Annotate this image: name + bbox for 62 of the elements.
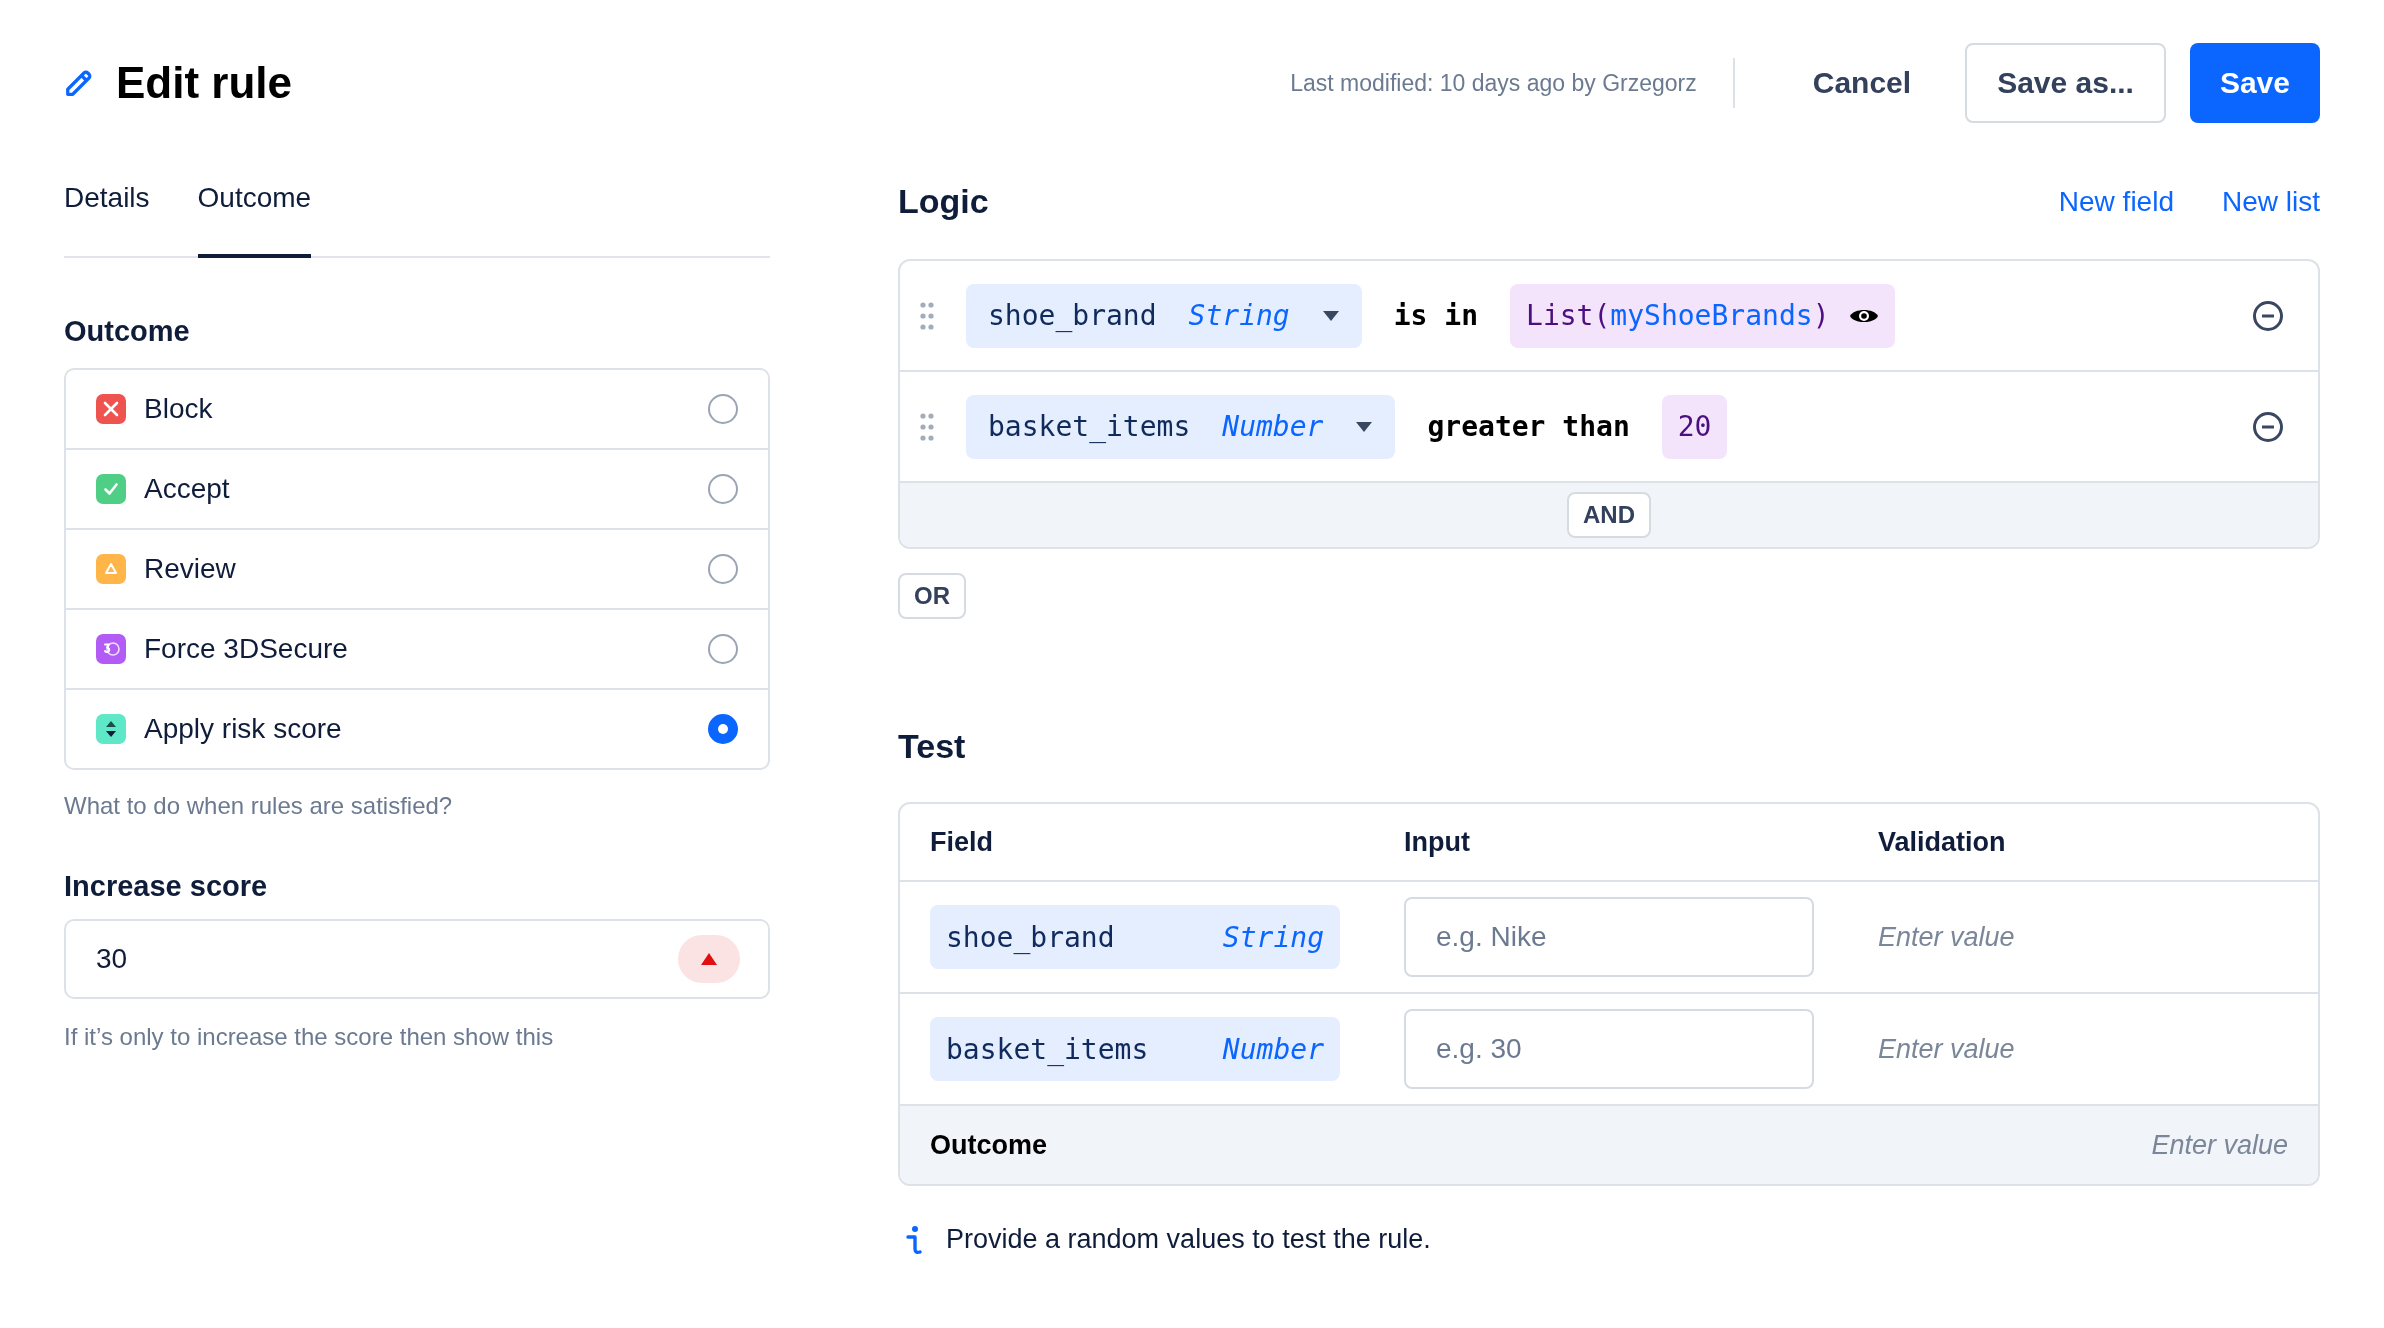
link[interactable]: New field xyxy=(2058,185,2174,218)
3d-icon xyxy=(96,634,126,664)
option-label: Accept xyxy=(144,473,231,505)
section-heading: Test xyxy=(898,727,967,766)
caret-icon xyxy=(1355,420,1374,433)
radio-button[interactable] xyxy=(708,394,738,424)
link[interactable]: New list xyxy=(2222,185,2320,218)
caret-icon xyxy=(1321,309,1340,322)
cancel-button[interactable]: Cancel xyxy=(1782,43,1942,123)
option-label: Review xyxy=(144,553,237,585)
page-title: Edit rule xyxy=(116,58,293,108)
list-value: List(myShoeBrands) xyxy=(1526,299,1830,332)
warning-icon xyxy=(96,554,126,584)
column-header: Input xyxy=(1404,826,1471,858)
option-label: Block xyxy=(144,393,214,425)
triangle-up-icon xyxy=(700,952,718,966)
option-label: Apply risk score xyxy=(144,713,343,745)
field-name: basket_items xyxy=(946,1032,1149,1066)
tab[interactable]: Details xyxy=(64,182,150,258)
input-field[interactable]: e.g. 30 xyxy=(1404,1009,1814,1089)
operator-text: is in xyxy=(1393,299,1479,332)
save-button[interactable]: Save xyxy=(2189,43,2320,123)
remove-icon[interactable] xyxy=(2252,410,2284,443)
column-header: Validation xyxy=(1878,826,2007,858)
validation-text: Enter value xyxy=(1878,1033,2016,1065)
field-type: Number xyxy=(1222,1032,1324,1066)
field-name: shoe_brand xyxy=(946,920,1115,954)
outcome-value: Enter value xyxy=(2151,1129,2288,1161)
remove-icon[interactable] xyxy=(2252,299,2284,332)
score-input[interactable]: 30 xyxy=(64,919,770,999)
or-button[interactable]: OR xyxy=(898,573,966,619)
field-label: Increase score xyxy=(64,870,269,903)
hint-text: What to do when rules are satisfied? xyxy=(64,792,454,820)
radio-button[interactable] xyxy=(708,714,738,744)
field-dropdown[interactable]: basket_items Number xyxy=(966,394,1396,459)
validation-text: Enter value xyxy=(1878,921,2016,953)
value-chip: 20 xyxy=(1661,394,1728,459)
radio-button[interactable] xyxy=(708,554,738,584)
and-button[interactable]: AND xyxy=(1567,492,1651,538)
up-down-icon xyxy=(96,714,126,744)
section-heading: Outcome xyxy=(64,315,191,348)
section-heading: Logic xyxy=(898,182,990,221)
radio-button[interactable] xyxy=(708,474,738,504)
radio-button[interactable] xyxy=(708,634,738,664)
cross-icon xyxy=(96,394,126,424)
pencil-icon xyxy=(64,68,94,98)
outcome-label: Outcome xyxy=(930,1129,1048,1161)
hint-text: If it’s only to increase the score then show this xyxy=(64,1023,555,1051)
drag-handle-icon[interactable] xyxy=(920,300,934,331)
input-field[interactable]: e.g. Nike xyxy=(1404,897,1814,977)
operator-text: greater than xyxy=(1427,410,1630,443)
option-label: Force 3DSecure xyxy=(144,633,349,665)
check-icon xyxy=(96,474,126,504)
column-header: Field xyxy=(930,826,994,858)
tab[interactable]: Outcome xyxy=(197,182,312,258)
field-dropdown[interactable]: shoe_brand String xyxy=(966,283,1362,348)
save-as-button[interactable]: Save as... xyxy=(1965,43,2166,123)
info-text: Provide a random values to test the rule. xyxy=(946,1224,1431,1255)
drag-handle-icon[interactable] xyxy=(920,411,934,442)
last-modified-text: Last modified: 10 days ago by Grzegorz xyxy=(1290,69,1697,97)
info-icon xyxy=(906,1224,922,1255)
field-type: String xyxy=(1222,920,1324,954)
